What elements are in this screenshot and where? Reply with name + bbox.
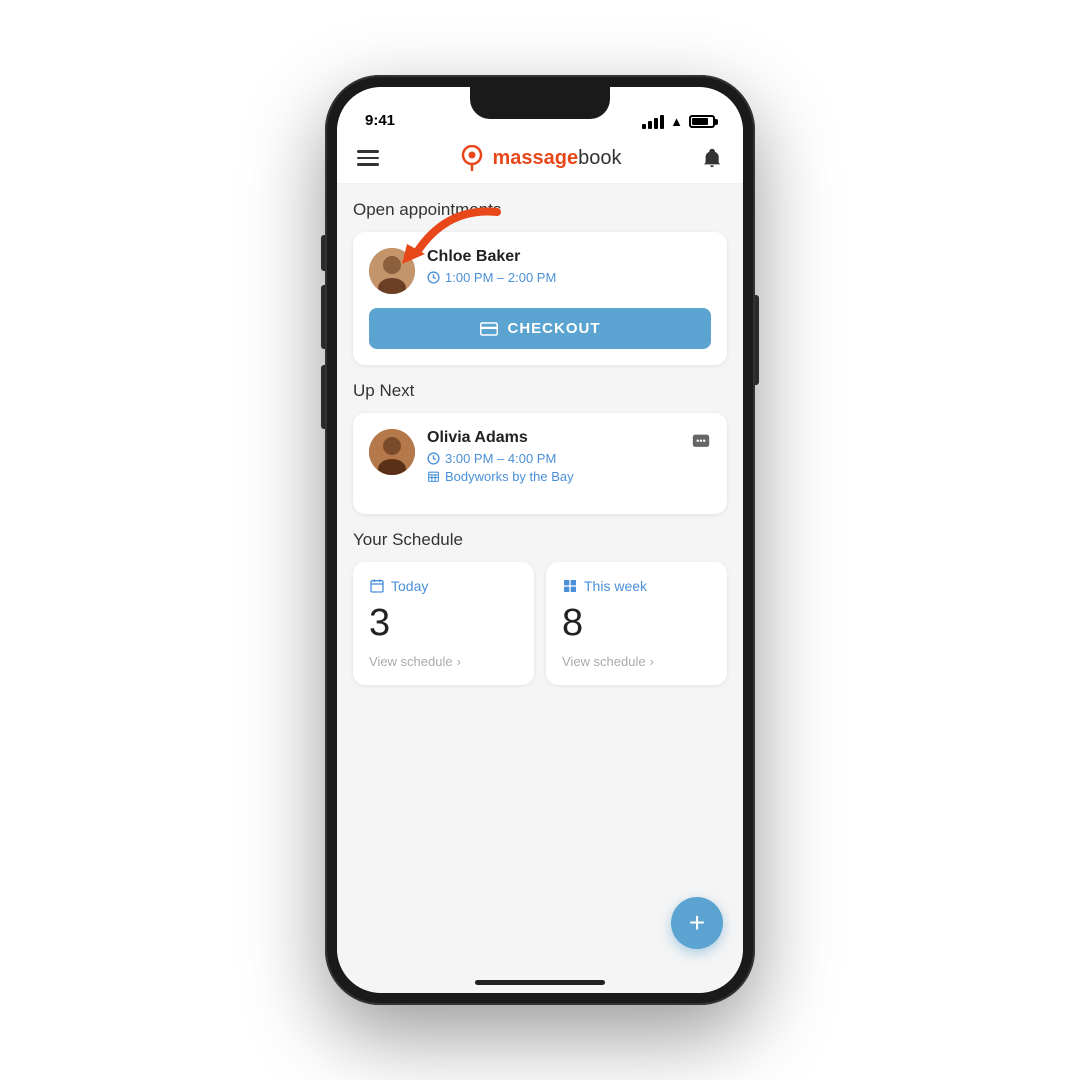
open-appointment-name: Chloe Baker bbox=[427, 248, 711, 266]
battery-fill bbox=[692, 118, 708, 125]
up-next-row: Olivia Adams 3:00 PM – 4:00 PM bbox=[369, 429, 711, 484]
today-count: 3 bbox=[369, 604, 518, 642]
this-week-label-text: This week bbox=[584, 578, 647, 594]
this-week-label: This week bbox=[562, 578, 711, 594]
credit-card-icon bbox=[480, 322, 498, 336]
logo-text: massagebook bbox=[493, 147, 622, 170]
signal-bar-2 bbox=[648, 121, 652, 129]
logo-area: massagebook bbox=[459, 145, 622, 171]
signal-bar-1 bbox=[642, 124, 646, 129]
chevron-right-icon-2: › bbox=[650, 654, 654, 669]
up-next-info: Olivia Adams 3:00 PM – 4:00 PM bbox=[427, 429, 679, 484]
up-next-clock-icon bbox=[427, 452, 440, 465]
chloe-avatar bbox=[369, 248, 415, 294]
wifi-icon: ▲ bbox=[670, 114, 683, 129]
checkout-label: CHECKOUT bbox=[508, 320, 601, 337]
clock-icon bbox=[427, 271, 440, 284]
power-button bbox=[755, 295, 759, 385]
this-week-count: 8 bbox=[562, 604, 711, 642]
grid-icon bbox=[562, 578, 578, 594]
calendar-icon bbox=[369, 578, 385, 594]
signal-bar-4 bbox=[660, 115, 664, 129]
up-next-name: Olivia Adams bbox=[427, 429, 679, 447]
open-appointment-time-text: 1:00 PM – 2:00 PM bbox=[445, 270, 556, 285]
volume-up-button bbox=[321, 285, 325, 349]
status-time: 9:41 bbox=[365, 112, 395, 129]
olivia-avatar-image bbox=[369, 429, 415, 475]
up-next-title: Up Next bbox=[353, 381, 727, 401]
open-appointments-title: Open appointments bbox=[353, 200, 727, 220]
scroll-area[interactable]: Open appointments Chloe Baker bbox=[337, 184, 743, 993]
chloe-avatar-image bbox=[369, 248, 415, 294]
up-next-card: Olivia Adams 3:00 PM – 4:00 PM bbox=[353, 413, 727, 514]
battery-icon bbox=[689, 115, 715, 128]
chat-bubble-icon bbox=[691, 433, 711, 451]
add-icon: + bbox=[689, 907, 705, 939]
up-next-time: 3:00 PM – 4:00 PM bbox=[427, 451, 679, 466]
hamburger-line-3 bbox=[357, 163, 379, 166]
up-next-time-text: 3:00 PM – 4:00 PM bbox=[445, 451, 556, 466]
checkout-button[interactable]: CHECKOUT bbox=[369, 308, 711, 349]
today-schedule-card[interactable]: Today 3 View schedule › bbox=[353, 562, 534, 685]
olivia-avatar bbox=[369, 429, 415, 475]
today-view-schedule-text: View schedule bbox=[369, 654, 453, 669]
hamburger-line-1 bbox=[357, 150, 379, 153]
add-fab-button[interactable]: + bbox=[671, 897, 723, 949]
today-label: Today bbox=[369, 578, 518, 594]
phone-screen: 9:41 ▲ bbox=[337, 87, 743, 993]
open-appointment-time: 1:00 PM – 2:00 PM bbox=[427, 270, 711, 285]
this-week-view-schedule-text: View schedule bbox=[562, 654, 646, 669]
today-view-schedule[interactable]: View schedule › bbox=[369, 654, 518, 669]
volume-mute-button bbox=[321, 235, 325, 271]
today-label-text: Today bbox=[391, 578, 428, 594]
schedule-grid: Today 3 View schedule › bbox=[353, 562, 727, 685]
hamburger-line-2 bbox=[357, 157, 379, 160]
message-icon[interactable] bbox=[691, 433, 711, 456]
screen-content: 9:41 ▲ bbox=[337, 87, 743, 993]
open-appointment-info: Chloe Baker 1:00 PM – 2:00 PM bbox=[427, 248, 711, 285]
hamburger-menu-button[interactable] bbox=[357, 150, 379, 166]
logo-text-book: book bbox=[578, 147, 621, 169]
home-indicator bbox=[475, 980, 605, 985]
this-week-schedule-card[interactable]: This week 8 View schedule › bbox=[546, 562, 727, 685]
up-next-location: Bodyworks by the Bay bbox=[427, 469, 679, 484]
building-icon bbox=[427, 470, 440, 483]
schedule-title: Your Schedule bbox=[353, 530, 727, 550]
open-appointment-row: Chloe Baker 1:00 PM – 2:00 PM bbox=[369, 248, 711, 294]
this-week-view-schedule[interactable]: View schedule › bbox=[562, 654, 711, 669]
volume-down-button bbox=[321, 365, 325, 429]
notification-bell-icon[interactable] bbox=[701, 147, 723, 169]
signal-bars-icon bbox=[642, 115, 664, 129]
signal-bar-3 bbox=[654, 118, 658, 129]
status-icons: ▲ bbox=[642, 114, 715, 129]
logo-icon bbox=[459, 145, 485, 171]
open-appointment-card: Chloe Baker 1:00 PM – 2:00 PM bbox=[353, 232, 727, 365]
chevron-right-icon: › bbox=[457, 654, 461, 669]
notch bbox=[470, 87, 610, 119]
top-nav: massagebook bbox=[337, 135, 743, 184]
up-next-location-text: Bodyworks by the Bay bbox=[445, 469, 574, 484]
logo-text-massage: massage bbox=[493, 147, 579, 169]
phone-device: 9:41 ▲ bbox=[325, 75, 755, 1005]
